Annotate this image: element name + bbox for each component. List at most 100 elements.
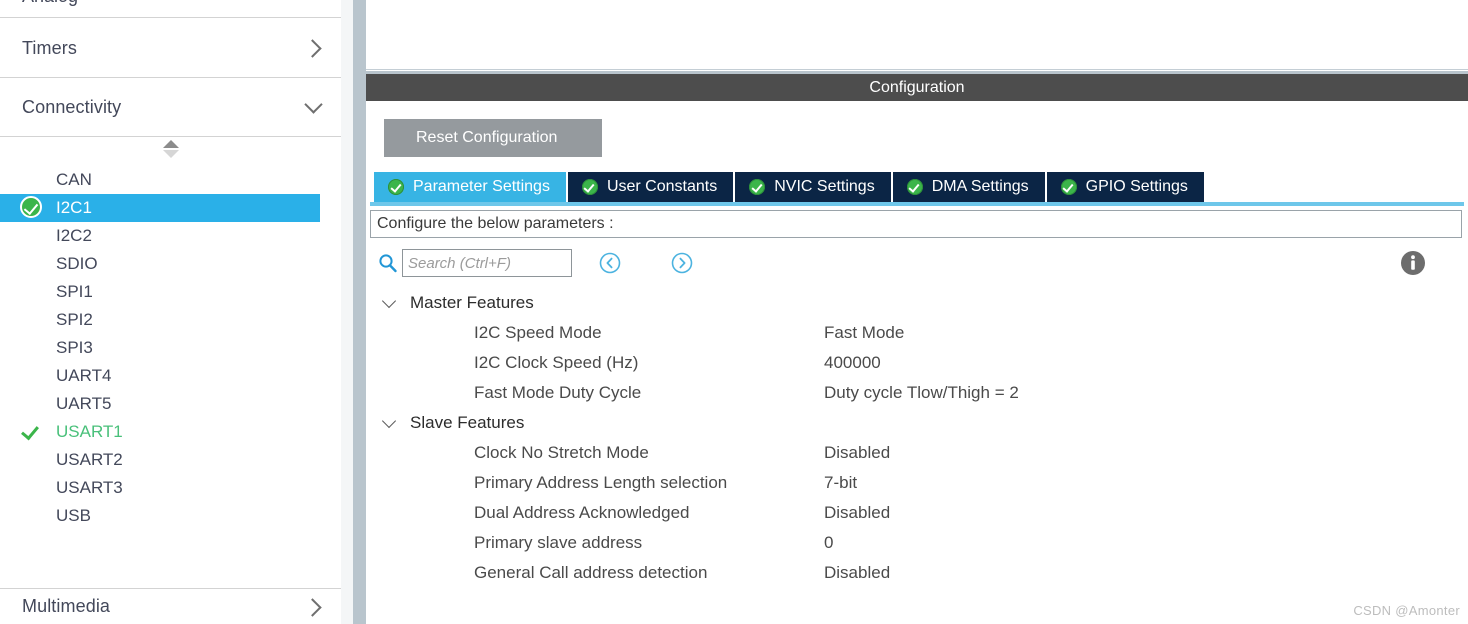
parameter-row[interactable]: Primary Address Length selection 7-bit [374,468,1454,498]
sidebar-item-usart3[interactable]: USART3 [0,474,341,502]
parameter-value[interactable]: Disabled [824,563,890,583]
settings-tabs: Parameter Settings User Constants NVIC S… [374,172,1204,202]
search-input[interactable] [402,249,572,277]
chevron-down-icon[interactable] [378,411,402,435]
panel-top-blank-area [366,0,1468,70]
sidebar-item-can[interactable]: CAN [0,166,341,194]
sidebar-partial-top-item[interactable]: Analog [0,0,341,18]
sidebar-item-spi3[interactable]: SPI3 [0,334,341,362]
sidebar-item-usart2[interactable]: USART2 [0,446,341,474]
chevron-down-icon[interactable] [378,291,402,315]
green-check-icon [749,179,766,195]
reset-configuration-button[interactable]: Reset Configuration [384,119,602,157]
parameter-row[interactable]: I2C Clock Speed (Hz) 400000 [374,348,1454,378]
peripheral-list: CAN I2C1 I2C2 SDIO SPI1 SPI2 SPI3 UART4 … [0,166,341,530]
info-icon[interactable] [1400,250,1426,276]
tab-nvic-settings[interactable]: NVIC Settings [735,172,893,202]
tab-user-constants[interactable]: User Constants [567,172,736,202]
tab-dma-settings[interactable]: DMA Settings [892,172,1047,202]
parameter-row[interactable]: Fast Mode Duty Cycle Duty cycle Tlow/Thi… [374,378,1454,408]
chevron-right-circle-icon[interactable] [670,251,694,275]
tab-parameter-settings[interactable]: Parameter Settings [374,172,568,202]
check-mark-icon [20,420,44,444]
green-check-icon [581,179,598,195]
sidebar-category-multimedia[interactable]: Multimedia [0,588,341,624]
parameter-value[interactable]: 7-bit [824,473,857,493]
page-title: Configuration [869,78,965,96]
sidebar-item-usb[interactable]: USB [0,502,341,530]
parameter-name: Clock No Stretch Mode [474,443,649,462]
sidebar-item-label: I2C2 [56,226,92,245]
panel-divider[interactable] [353,0,366,624]
tab-gpio-settings[interactable]: GPIO Settings [1046,172,1204,202]
sidebar-item-i2c1[interactable]: I2C1 [0,194,320,222]
tab-label: GPIO Settings [1085,178,1188,195]
sidebar-item-label: CAN [56,170,92,189]
parameter-row[interactable]: Clock No Stretch Mode Disabled [374,438,1454,468]
parameter-search-row [374,248,1464,280]
parameter-value[interactable]: 0 [824,533,833,553]
peripheral-sidebar: Analog Timers Connectivity CAN I2C1 I2C2 [0,0,341,624]
sidebar-item-uart5[interactable]: UART5 [0,390,341,418]
parameter-value[interactable]: Disabled [824,503,890,523]
sidebar-item-label: SDIO [56,254,98,273]
tree-group-master-features[interactable]: Master Features [374,288,1454,318]
spinner-down-arrow-icon[interactable] [163,150,179,158]
sidebar-item-label: UART5 [56,394,112,413]
parameter-name: Primary slave address [474,533,643,552]
search-icon [378,253,398,273]
sidebar-item-uart4[interactable]: UART4 [0,362,341,390]
sidebar-item-label: UART4 [56,366,112,385]
parameter-value[interactable]: Duty cycle Tlow/Thigh = 2 [824,383,1019,403]
chevron-down-icon [305,98,323,116]
spinner-up-arrow-icon[interactable] [163,140,179,148]
tree-group-label: Slave Features [410,413,525,432]
parameter-value[interactable]: 400000 [824,353,881,373]
sidebar-category-connectivity[interactable]: Connectivity [0,78,341,137]
sort-spinner-icon[interactable] [161,140,181,164]
sidebar-gutter [341,0,353,624]
tab-label: NVIC Settings [774,178,875,195]
sidebar-item-label: SPI1 [56,282,93,301]
parameter-name: General Call address detection [474,563,708,582]
parameter-name: I2C Speed Mode [474,323,602,342]
parameter-row[interactable]: Dual Address Acknowledged Disabled [374,498,1454,528]
sidebar-item-label: I2C1 [56,198,92,217]
sidebar-item-spi2[interactable]: SPI2 [0,306,341,334]
green-check-icon [388,179,404,195]
configured-badge-icon [20,196,44,220]
sidebar-item-label: USB [56,506,91,525]
sidebar-item-usart1[interactable]: USART1 [0,418,341,446]
parameter-value[interactable]: Disabled [824,443,890,463]
chevron-right-icon [305,598,323,616]
green-check-icon [906,179,923,195]
chevron-left-circle-icon[interactable] [598,251,622,275]
chevron-right-icon [305,39,323,57]
parameter-name: I2C Clock Speed (Hz) [474,353,639,372]
sidebar-item-label: USART3 [56,478,123,497]
parameter-row[interactable]: Primary slave address 0 [374,528,1454,558]
parameter-row[interactable]: General Call address detection Disabled [374,558,1454,588]
sidebar-item-i2c2[interactable]: I2C2 [0,222,341,250]
configuration-header: Configuration [366,74,1468,101]
parameter-name: Fast Mode Duty Cycle [474,383,642,402]
parameter-value[interactable]: Fast Mode [824,323,904,343]
tab-label: User Constants [606,178,718,195]
watermark: CSDN @Amonter [1353,603,1460,618]
sidebar-item-label: SPI2 [56,310,93,329]
tabs-underline [370,202,1464,206]
sidebar-item-sdio[interactable]: SDIO [0,250,341,278]
sidebar-category-connectivity-label: Connectivity [22,96,122,117]
parameter-name: Dual Address Acknowledged [474,503,690,522]
sidebar-item-spi1[interactable]: SPI1 [0,278,341,306]
parameter-row[interactable]: I2C Speed Mode Fast Mode [374,318,1454,348]
tree-group-label: Master Features [410,293,534,312]
configure-instruction-label: Configure the below parameters : [377,215,614,232]
sidebar-category-multimedia-label: Multimedia [22,596,111,616]
parameter-name: Primary Address Length selection [474,473,728,492]
tree-group-slave-features[interactable]: Slave Features [374,408,1454,438]
green-check-icon [1060,179,1077,195]
sidebar-category-timers[interactable]: Timers [0,19,341,78]
configure-instruction-bar: Configure the below parameters : [370,210,1462,238]
sidebar-item-label: USART2 [56,450,123,469]
